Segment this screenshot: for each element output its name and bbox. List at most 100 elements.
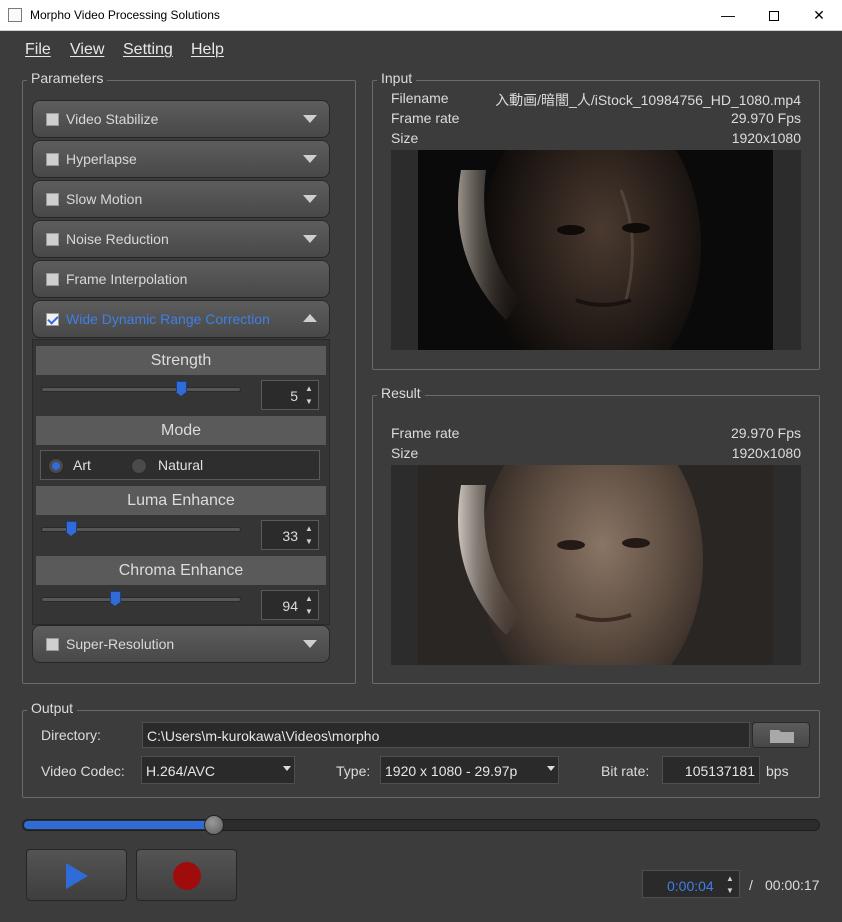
accordion-label: Hyperlapse xyxy=(66,151,137,167)
chevron-down-icon[interactable] xyxy=(303,195,317,203)
dropdown-arrow-icon xyxy=(547,766,555,771)
bitrate-value: 105137181 xyxy=(684,763,755,779)
maximize-icon xyxy=(769,11,779,22)
luma-header: Luma Enhance xyxy=(36,486,326,515)
accordion-video-stabilize[interactable]: Video Stabilize xyxy=(32,100,330,138)
strength-header: Strength xyxy=(36,346,326,375)
spin-up-icon[interactable]: ▲ xyxy=(302,592,316,605)
playback-progress-knob[interactable] xyxy=(203,815,224,835)
current-time-value: 0:00:04 xyxy=(667,878,714,894)
app-icon xyxy=(8,8,22,22)
play-button[interactable] xyxy=(26,849,127,901)
browse-folder-button[interactable] xyxy=(752,722,810,748)
noise-reduction-checkbox[interactable] xyxy=(46,233,59,246)
video-codec-select[interactable]: H.264/AVC xyxy=(141,756,295,784)
spin-down-icon[interactable]: ▼ xyxy=(302,605,316,618)
accordion-label: Super-Resolution xyxy=(66,636,175,652)
input-title: Input xyxy=(377,70,417,86)
dropdown-arrow-icon xyxy=(283,766,291,771)
input-filename-label: Filename xyxy=(391,90,449,106)
close-button[interactable]: ✕ xyxy=(796,0,842,31)
menu-view[interactable]: View xyxy=(70,41,104,59)
bitrate-input[interactable]: 105137181 xyxy=(662,756,760,784)
accordion-label: Frame Interpolation xyxy=(66,271,188,287)
hyperlapse-checkbox[interactable] xyxy=(46,153,59,166)
record-icon xyxy=(173,862,201,890)
maximize-button[interactable] xyxy=(751,0,797,31)
result-framerate-label: Frame rate xyxy=(391,425,460,441)
accordion-label: Slow Motion xyxy=(66,191,143,207)
bitrate-unit: bps xyxy=(766,763,789,779)
video-codec-label: Video Codec: xyxy=(41,763,125,779)
chevron-down-icon[interactable] xyxy=(303,155,317,163)
luma-slider-thumb[interactable] xyxy=(65,521,77,536)
result-framerate: 29.970 Fps xyxy=(730,425,801,441)
accordion-frame-interpolation[interactable]: Frame Interpolation xyxy=(32,260,330,298)
mode-header: Mode xyxy=(36,416,326,445)
strength-stepper[interactable]: 5 ▲ ▼ xyxy=(261,380,319,410)
spin-up-icon[interactable]: ▲ xyxy=(302,522,316,535)
window-title: Morpho Video Processing Solutions xyxy=(30,8,220,22)
input-video-preview xyxy=(391,95,801,395)
super-resolution-checkbox[interactable] xyxy=(46,638,59,651)
chroma-slider[interactable] xyxy=(41,597,241,602)
accordion-wide-dynamic-range[interactable]: Wide Dynamic Range Correction xyxy=(32,300,330,338)
chevron-down-icon[interactable] xyxy=(303,115,317,123)
chevron-down-icon[interactable] xyxy=(303,235,317,243)
input-size-label: Size xyxy=(391,130,419,146)
accordion-label: Noise Reduction xyxy=(66,231,169,247)
accordion-label: Video Stabilize xyxy=(66,111,159,127)
result-size-label: Size xyxy=(391,445,419,461)
play-icon xyxy=(66,863,88,889)
accordion-label: Wide Dynamic Range Correction xyxy=(66,311,270,327)
video-stabilize-checkbox[interactable] xyxy=(46,113,59,126)
menu-setting[interactable]: Setting xyxy=(123,41,173,59)
strength-slider[interactable] xyxy=(41,387,241,392)
bitrate-label: Bit rate: xyxy=(601,763,650,779)
wdr-checkbox[interactable] xyxy=(46,313,59,326)
result-video-preview xyxy=(391,410,801,710)
current-time-input[interactable]: 0:00:04 ▲ ▼ xyxy=(642,870,740,898)
accordion-slow-motion[interactable]: Slow Motion xyxy=(32,180,330,218)
menu-file[interactable]: File xyxy=(25,41,51,59)
directory-value: C:\Users\m-kurokawa\Videos\morpho xyxy=(147,728,380,744)
strength-slider-thumb[interactable] xyxy=(175,381,187,396)
luma-stepper[interactable]: 33 ▲ ▼ xyxy=(261,520,319,550)
type-select[interactable]: 1920 x 1080 - 29.97p xyxy=(380,756,559,784)
menu-bar: File View Setting Help xyxy=(0,36,842,64)
playback-progress-bar[interactable] xyxy=(22,819,820,831)
mode-natural-radio[interactable] xyxy=(131,458,147,474)
chroma-stepper[interactable]: 94 ▲ ▼ xyxy=(261,590,319,620)
accordion-hyperlapse[interactable]: Hyperlapse xyxy=(32,140,330,178)
chroma-slider-thumb[interactable] xyxy=(109,591,121,606)
frame-interpolation-checkbox[interactable] xyxy=(46,273,59,286)
chevron-down-icon[interactable] xyxy=(303,640,317,648)
spin-down-icon[interactable]: ▼ xyxy=(302,395,316,408)
result-title: Result xyxy=(377,385,425,401)
folder-icon xyxy=(770,730,794,743)
mode-natural-label[interactable]: Natural xyxy=(158,457,203,473)
directory-label: Directory: xyxy=(41,727,101,743)
output-title: Output xyxy=(27,700,78,716)
minimize-button[interactable]: — xyxy=(705,0,751,31)
result-size: 1920x1080 xyxy=(731,445,801,461)
directory-input[interactable]: C:\Users\m-kurokawa\Videos\morpho xyxy=(142,722,750,748)
spin-up-icon[interactable]: ▲ xyxy=(302,382,316,395)
mode-art-label[interactable]: Art xyxy=(73,457,91,473)
record-button[interactable] xyxy=(136,849,237,901)
mode-radio-group: Art Natural xyxy=(40,450,320,480)
slow-motion-checkbox[interactable] xyxy=(46,193,59,206)
input-filename: 入動画/暗闇_人/iStock_10984756_HD_1080.mp4 xyxy=(495,92,801,108)
spin-down-icon[interactable]: ▼ xyxy=(302,535,316,548)
mode-art-radio[interactable] xyxy=(48,458,64,474)
input-framerate: 29.970 Fps xyxy=(730,110,801,126)
menu-help[interactable]: Help xyxy=(191,41,224,59)
accordion-noise-reduction[interactable]: Noise Reduction xyxy=(32,220,330,258)
accordion-super-resolution[interactable]: Super-Resolution xyxy=(32,625,330,663)
title-bar: Morpho Video Processing Solutions — ✕ xyxy=(0,0,842,31)
spin-up-icon[interactable]: ▲ xyxy=(724,873,736,885)
spin-down-icon[interactable]: ▼ xyxy=(724,885,736,897)
chevron-up-icon[interactable] xyxy=(303,314,317,322)
strength-value: 5 xyxy=(290,388,298,404)
parameters-title: Parameters xyxy=(27,70,108,86)
